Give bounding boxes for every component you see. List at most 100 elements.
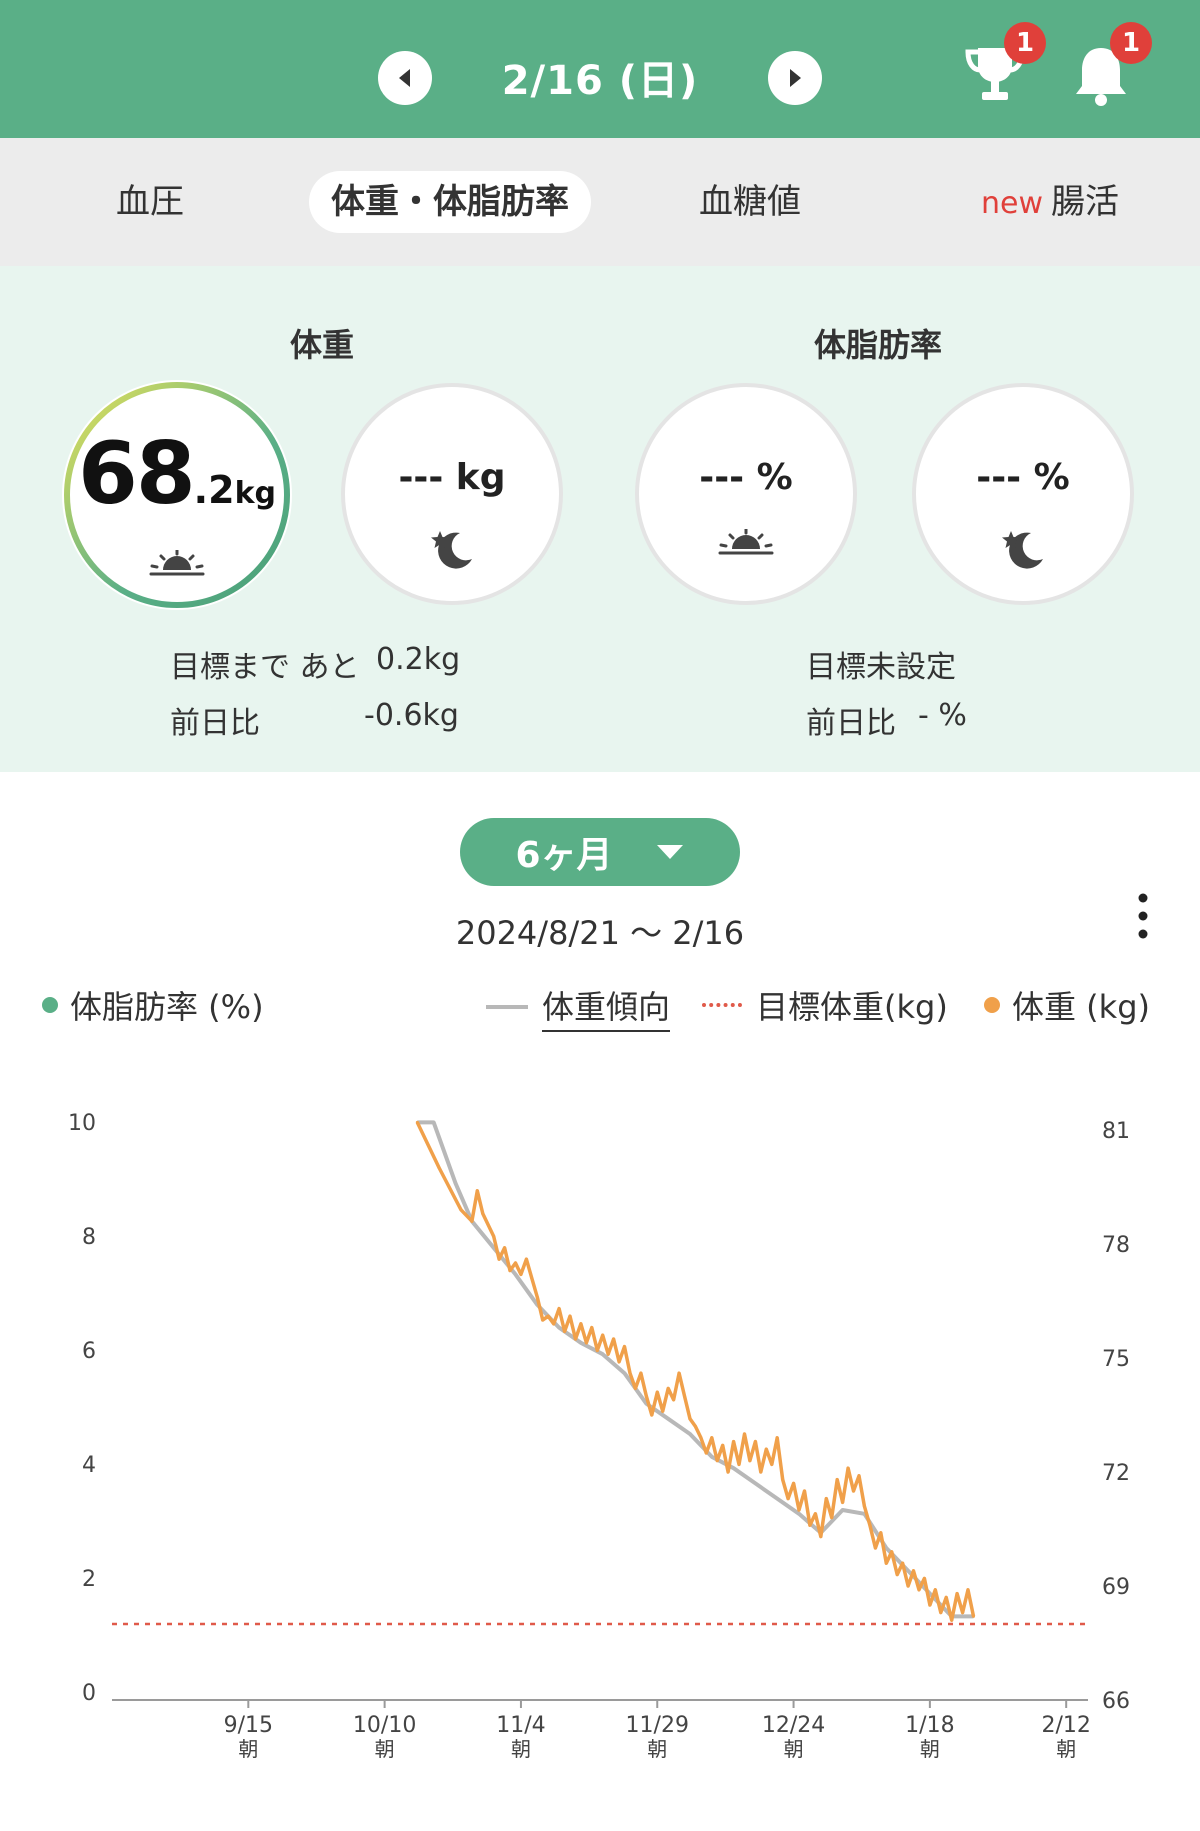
tab-blood-pressure[interactable]: 血圧 — [60, 171, 240, 233]
weight-morning-card[interactable]: 68.2kg — [62, 380, 292, 610]
weight-point — [862, 1504, 866, 1508]
body-fat-goal-label: 目標未設定 — [806, 650, 956, 685]
trend-line-swatch — [486, 1005, 528, 1009]
legend-weight[interactable]: 体重 (kg) — [984, 982, 1150, 1028]
weight-point — [835, 1478, 839, 1482]
period-selector[interactable]: 6ヶ月 — [460, 818, 740, 886]
x-tick-label: 9/15 — [224, 1713, 273, 1738]
weight-point — [519, 1272, 523, 1276]
weight-line — [415, 1121, 976, 1622]
current-date[interactable]: 2/16 (日) — [480, 48, 720, 106]
weight-point — [808, 1523, 812, 1527]
y-left-tick-label: 6 — [82, 1339, 96, 1364]
weight-point — [813, 1512, 817, 1516]
weight-point — [972, 1614, 975, 1618]
weight-point — [644, 1394, 648, 1398]
app-header: 2/16 (日) 1 1 — [0, 0, 1200, 138]
weight-point — [568, 1314, 572, 1318]
target-line-swatch — [702, 1003, 742, 1007]
legend-weight-label: 体重 (kg) — [1012, 988, 1150, 1026]
weight-point — [677, 1371, 681, 1375]
weight-dec: .2 — [193, 468, 235, 512]
x-tick-label: 12/24 — [762, 1713, 825, 1738]
weight-point — [524, 1257, 528, 1261]
body-fat-evening-value: --- % — [976, 457, 1070, 498]
weight-point — [726, 1470, 730, 1474]
weight-point — [503, 1246, 507, 1250]
next-day-button[interactable] — [768, 51, 822, 105]
weight-unit: kg — [234, 476, 276, 511]
weight-int: 68 — [77, 424, 196, 524]
x-tick-sublabel: 朝 — [647, 1737, 667, 1760]
date-range: 2024/8/21 ～ 2/16 — [455, 914, 745, 952]
weight-trend-line — [417, 1120, 974, 1619]
moon-star-icon — [345, 529, 559, 569]
trophy-button[interactable]: 1 — [960, 22, 1046, 110]
weight-point — [922, 1576, 926, 1580]
weight-point — [492, 1234, 496, 1238]
y-right-tick-label: 75 — [1102, 1347, 1130, 1372]
x-tick-sublabel: 朝 — [1056, 1737, 1076, 1760]
prev-day-button[interactable] — [378, 51, 432, 105]
weight-point — [563, 1329, 567, 1333]
weight-goal-label: 目標まで あと — [170, 650, 360, 685]
tab-blood-sugar[interactable]: 血糖値 — [660, 171, 840, 233]
y-left-tick-label: 2 — [82, 1567, 96, 1592]
weight-point — [917, 1588, 921, 1592]
notification-badge: 1 — [1110, 22, 1152, 64]
weight-point — [852, 1489, 855, 1493]
weight-point — [650, 1413, 654, 1417]
tab-weight-body-fat[interactable]: 体重・体脂肪率 — [309, 171, 591, 233]
weight-point — [546, 1314, 550, 1318]
x-tick-sublabel: 朝 — [784, 1737, 804, 1760]
weight-point — [884, 1561, 888, 1565]
weight-point — [579, 1322, 583, 1326]
legend-trend[interactable]: 体重傾向 — [486, 982, 671, 1032]
more-menu-button[interactable] — [1128, 890, 1158, 942]
weight-point — [786, 1497, 790, 1501]
notification-button[interactable]: 1 — [1066, 22, 1152, 110]
category-tabs: 血圧 体重・体脂肪率 血糖値 new 腸活 — [0, 138, 1200, 266]
moon-star-icon — [916, 529, 1130, 569]
weight-point — [661, 1409, 665, 1413]
weight-point — [721, 1443, 725, 1447]
body-fat-morning-card[interactable]: --- % — [635, 383, 857, 605]
weight-point — [753, 1440, 757, 1444]
x-tick-label: 11/29 — [626, 1713, 689, 1738]
legend-body-fat[interactable]: 体脂肪率 (%) — [42, 982, 264, 1028]
weight-point — [950, 1618, 954, 1622]
weight-point — [704, 1451, 708, 1455]
weight-point — [797, 1508, 801, 1512]
weight-evening-card[interactable]: --- kg — [341, 383, 563, 605]
weight-point — [628, 1371, 632, 1375]
weight-point — [770, 1462, 774, 1466]
y-right-tick-label: 66 — [1102, 1689, 1130, 1714]
weight-point — [688, 1417, 692, 1421]
x-tick-sublabel: 朝 — [920, 1737, 940, 1760]
weight-point — [710, 1436, 714, 1440]
weight-point — [639, 1371, 643, 1375]
weight-point — [655, 1390, 659, 1394]
y-left-tick-label: 10 — [68, 1111, 96, 1136]
body-fat-evening-card[interactable]: --- % — [912, 383, 1134, 605]
weight-chart[interactable]: 10864208178757269669/15朝10/10朝11/4朝11/29… — [0, 1040, 1200, 1760]
sunrise-icon — [639, 529, 853, 557]
weight-point — [699, 1436, 703, 1440]
weight-point — [541, 1318, 545, 1322]
x-tick-label: 2/12 — [1041, 1713, 1090, 1738]
weight-point — [764, 1447, 768, 1451]
weight-point — [928, 1603, 932, 1607]
weight-point — [666, 1386, 670, 1390]
weight-point — [906, 1584, 910, 1588]
tab-gut-health-label: 腸活 — [1051, 182, 1119, 222]
weight-point — [535, 1295, 539, 1299]
weight-diff-label: 前日比 — [170, 706, 260, 741]
tab-gut-health[interactable]: new 腸活 — [950, 171, 1150, 233]
weight-title: 体重 — [289, 326, 354, 364]
weight-point — [459, 1208, 463, 1212]
legend-target[interactable]: 目標体重(kg) — [702, 982, 948, 1028]
x-tick-sublabel: 朝 — [238, 1737, 258, 1760]
y-left-tick-label: 4 — [82, 1453, 96, 1478]
weight-point — [497, 1257, 501, 1261]
body-fat-diff-value: - % — [918, 698, 967, 733]
